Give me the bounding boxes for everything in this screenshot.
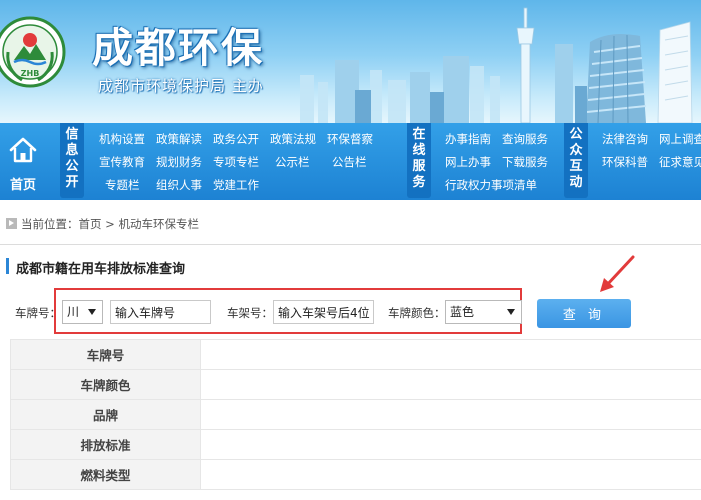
row-value xyxy=(200,399,701,430)
table-row: 品牌 xyxy=(10,399,701,430)
nav-link[interactable]: 组织人事 xyxy=(156,177,202,193)
table-row: 车牌颜色 xyxy=(10,369,701,400)
breadcrumb-home-link[interactable]: 首页 xyxy=(79,217,102,231)
nav-link[interactable]: 环保科普 xyxy=(602,154,648,170)
nav-category-public-interaction: 公 众 互 动 xyxy=(564,123,588,198)
nav-link[interactable]: 公示栏 xyxy=(275,154,310,170)
header-banner: ZHB 成都环保 成都市环境保护局 主办 xyxy=(0,0,701,123)
nav-link[interactable]: 下载服务 xyxy=(502,154,548,170)
nav-link[interactable]: 行政权力事项清单 xyxy=(445,177,537,193)
nav-link[interactable]: 专项专栏 xyxy=(213,154,259,170)
category-char: 服 xyxy=(412,159,426,174)
table-row: 燃料类型 xyxy=(10,459,701,490)
table-row: 车牌号 xyxy=(10,339,701,370)
red-annotation-arrow-icon xyxy=(600,255,635,292)
nav-category-info-disclosure: 信 息 公 开 xyxy=(60,123,84,198)
plate-number-label: 车牌号： xyxy=(15,306,61,320)
row-header: 车牌号 xyxy=(10,339,201,370)
row-header: 燃料类型 xyxy=(10,459,201,490)
breadcrumb-prefix: 当前位置： xyxy=(21,217,79,231)
section-title: 成都市籍在用车排放标准查询 xyxy=(16,262,186,277)
row-header: 排放标准 xyxy=(10,429,201,460)
plate-number-input[interactable] xyxy=(110,300,211,324)
row-value xyxy=(200,339,701,370)
nav-link[interactable]: 查询服务 xyxy=(502,131,548,147)
nav-link[interactable]: 网上调查 xyxy=(659,131,701,147)
category-char: 公 xyxy=(569,127,583,142)
row-header: 品牌 xyxy=(10,399,201,430)
frame-number-label: 车架号： xyxy=(227,306,273,320)
category-char: 互 xyxy=(569,159,583,174)
home-label: 首页 xyxy=(9,178,36,193)
breadcrumb-arrow-icon xyxy=(6,218,17,229)
site-subtitle: 成都市环境保护局 主办 xyxy=(98,77,264,95)
nav-category-online-service: 在 线 服 务 xyxy=(407,123,431,198)
table-row: 排放标准 xyxy=(10,429,701,460)
breadcrumb-separator: > xyxy=(101,217,119,231)
category-char: 务 xyxy=(412,175,426,190)
nav-link[interactable]: 政务公开 xyxy=(213,131,259,147)
row-header: 车牌颜色 xyxy=(10,369,201,400)
category-char: 动 xyxy=(569,175,583,190)
nav-link[interactable]: 征求意见 xyxy=(659,154,701,170)
nav-link[interactable]: 机构设置 xyxy=(99,131,145,147)
category-char: 线 xyxy=(412,143,426,158)
breadcrumb: 当前位置：首页 > 机动车环保专栏 xyxy=(6,216,199,232)
main-navigation: 首页 信 息 公 开 机构设置 政策解读 政务公开 政策法规 环保督察 宣传教育… xyxy=(0,123,701,200)
plate-color-select[interactable]: 蓝色 xyxy=(445,300,522,324)
row-value xyxy=(200,459,701,490)
home-nav-link[interactable]: 首页 xyxy=(0,123,50,200)
site-title: 成都环保 xyxy=(92,24,264,72)
nav-link[interactable]: 环保督察 xyxy=(327,131,373,147)
home-icon xyxy=(9,137,37,163)
nav-link[interactable]: 宣传教育 xyxy=(99,154,145,170)
nav-link[interactable]: 党建工作 xyxy=(213,177,259,193)
chevron-down-icon xyxy=(88,309,96,315)
nav-link[interactable]: 专题栏 xyxy=(105,177,140,193)
query-button[interactable]: 查 询 xyxy=(537,299,631,328)
result-table: 车牌号 车牌颜色 品牌 排放标准 燃料类型 xyxy=(10,339,701,490)
category-char: 信 xyxy=(65,127,79,142)
breadcrumb-divider xyxy=(0,244,701,245)
plate-province-select[interactable]: 川 xyxy=(62,300,103,324)
environment-bureau-emblem: ZHB xyxy=(0,16,66,88)
nav-link[interactable]: 政策法规 xyxy=(270,131,316,147)
row-value xyxy=(200,369,701,400)
nav-link[interactable]: 法律咨询 xyxy=(602,131,648,147)
nav-link[interactable]: 政策解读 xyxy=(156,131,202,147)
chevron-down-icon xyxy=(507,309,515,315)
frame-number-input[interactable] xyxy=(273,300,374,324)
emblem-text: ZHB xyxy=(21,69,40,78)
row-value xyxy=(200,429,701,460)
category-char: 公 xyxy=(65,159,79,174)
category-char: 众 xyxy=(569,143,583,158)
breadcrumb-current-link[interactable]: 机动车环保专栏 xyxy=(118,217,199,231)
section-heading-bar xyxy=(6,258,9,274)
nav-link[interactable]: 办事指南 xyxy=(445,131,491,147)
nav-link[interactable]: 公告栏 xyxy=(332,154,367,170)
plate-color-label: 车牌颜色： xyxy=(388,306,446,320)
category-char: 在 xyxy=(412,127,426,142)
plate-color-value: 蓝色 xyxy=(450,305,475,319)
category-char: 开 xyxy=(65,175,79,190)
nav-link[interactable]: 规划财务 xyxy=(156,154,202,170)
nav-link[interactable]: 网上办事 xyxy=(445,154,491,170)
category-char: 息 xyxy=(65,143,79,158)
plate-province-value: 川 xyxy=(67,305,80,319)
